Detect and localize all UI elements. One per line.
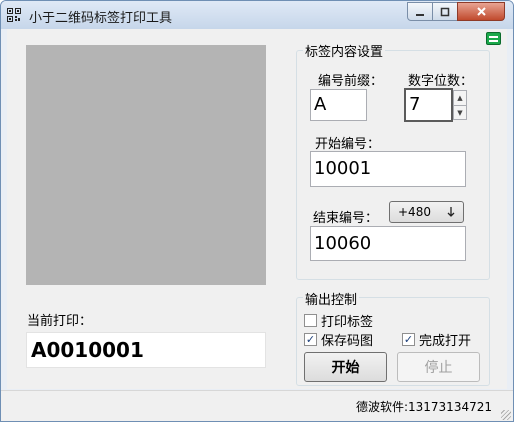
digits-label: 数字位数： bbox=[408, 74, 474, 89]
qr-code-icon bbox=[7, 8, 21, 22]
spin-down-icon[interactable]: ▼ bbox=[454, 106, 466, 120]
menu-icon[interactable] bbox=[486, 32, 501, 45]
stop-button[interactable]: 停止 bbox=[397, 352, 480, 382]
output-control-title: 输出控制 bbox=[303, 289, 360, 308]
resize-grip-icon[interactable] bbox=[501, 410, 511, 420]
window-title: 小于二维码标签打印工具 bbox=[29, 11, 173, 26]
start-number-input[interactable]: 10001 bbox=[310, 151, 466, 187]
main-panel: 当前打印： A0010001 标签内容设置 编号前缀： A 数字位数： 7 ▲ … bbox=[7, 29, 507, 389]
title-bar[interactable]: 小于二维码标签打印工具 bbox=[1, 1, 513, 29]
start-button[interactable]: 开始 bbox=[304, 352, 387, 382]
digits-spinner[interactable]: ▲ ▼ bbox=[453, 90, 467, 120]
app-window: 小于二维码标签打印工具 当前打印： A0010001 标签内容设置 编号前缀： … bbox=[0, 0, 514, 422]
close-icon bbox=[476, 7, 486, 16]
arrow-down-icon bbox=[447, 207, 455, 217]
prefix-label: 编号前缀： bbox=[318, 74, 384, 89]
open-on-finish-checkbox[interactable]: ✓ 完成打开 bbox=[402, 330, 471, 349]
checkmark-icon: ✓ bbox=[304, 333, 317, 346]
current-print-value: A0010001 bbox=[26, 332, 266, 368]
maximize-button[interactable] bbox=[432, 2, 458, 21]
end-number-label: 结束编号： bbox=[313, 211, 379, 226]
start-number-label: 开始编号： bbox=[315, 137, 381, 152]
status-bar: 德波软件:13173134721 bbox=[1, 390, 513, 421]
open-on-finish-label: 完成打开 bbox=[419, 334, 472, 349]
qr-code-preview bbox=[26, 45, 266, 285]
digits-input[interactable]: 7 bbox=[404, 88, 453, 122]
label-settings-title: 标签内容设置 bbox=[303, 41, 386, 60]
status-text: 德波软件:13173134721 bbox=[355, 400, 492, 414]
save-code-image-checkbox[interactable]: ✓ 保存码图 bbox=[304, 330, 373, 349]
checkmark-icon: ✓ bbox=[402, 333, 415, 346]
save-code-image-label: 保存码图 bbox=[321, 334, 374, 349]
prefix-input[interactable]: A bbox=[310, 89, 367, 121]
offset-button-label: +480 bbox=[398, 205, 431, 219]
current-print-label: 当前打印： bbox=[27, 314, 93, 329]
offset-button[interactable]: +480 bbox=[389, 201, 464, 223]
end-number-input[interactable]: 10060 bbox=[310, 226, 466, 261]
maximize-icon bbox=[440, 7, 450, 16]
close-button[interactable] bbox=[457, 2, 505, 21]
print-labels-label: 打印标签 bbox=[321, 315, 374, 330]
print-labels-checkbox[interactable]: 打印标签 bbox=[304, 311, 373, 330]
minimize-icon bbox=[416, 13, 424, 16]
spin-up-icon[interactable]: ▲ bbox=[454, 91, 466, 106]
print-labels-check-icon bbox=[304, 314, 317, 327]
minimize-button[interactable] bbox=[407, 2, 433, 21]
